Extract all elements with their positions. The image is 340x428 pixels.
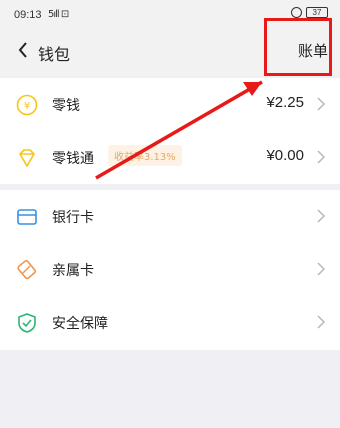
svg-text:¥: ¥: [24, 101, 30, 112]
wallet-item-label: 零钱通: [52, 151, 94, 167]
services-section: 银行卡 亲属卡 安全保障: [0, 190, 340, 350]
wallet-item-lingqiantong[interactable]: 零钱通 收益率3.13% ¥0.00: [0, 131, 340, 184]
yield-badge: 收益率3.13%: [108, 145, 182, 166]
service-item-security[interactable]: 安全保障: [0, 296, 340, 349]
chevron-right-icon: [317, 262, 326, 276]
service-item-family-card[interactable]: 亲属卡: [0, 243, 340, 296]
service-item-label: 银行卡: [52, 210, 94, 226]
shield-icon: [18, 313, 36, 333]
chevron-right-icon: [317, 209, 326, 223]
family-card-icon: [17, 260, 37, 280]
wallet-item-label: 零钱: [52, 98, 80, 114]
chevron-right-icon: [317, 97, 326, 111]
signal-icon: 5ıll ⊡: [48, 9, 69, 20]
diamond-icon: [19, 149, 35, 167]
chevron-right-icon: [317, 315, 326, 329]
status-time: 09:13: [14, 9, 42, 21]
back-icon[interactable]: [12, 38, 36, 62]
service-item-label: 亲属卡: [52, 263, 94, 279]
service-item-label: 安全保障: [52, 316, 108, 332]
chevron-right-icon: [317, 150, 326, 164]
highlight-box: [264, 18, 332, 76]
wallet-item-value: ¥2.25: [266, 94, 304, 111]
service-item-bank-card[interactable]: 银行卡: [0, 190, 340, 243]
page-title: 钱包: [38, 45, 71, 64]
status-right: 37: [291, 7, 328, 18]
battery-icon: 37: [306, 7, 328, 18]
wallet-item-change[interactable]: ¥ 零钱 ¥2.25: [0, 78, 340, 131]
wallet-section: ¥ 零钱 ¥2.25 零钱通 收益率3.13% ¥0.00: [0, 78, 340, 184]
card-icon: [17, 209, 37, 225]
alarm-icon: [291, 7, 302, 18]
yen-coin-icon: ¥: [16, 94, 38, 116]
wallet-item-value: ¥0.00: [266, 147, 304, 164]
